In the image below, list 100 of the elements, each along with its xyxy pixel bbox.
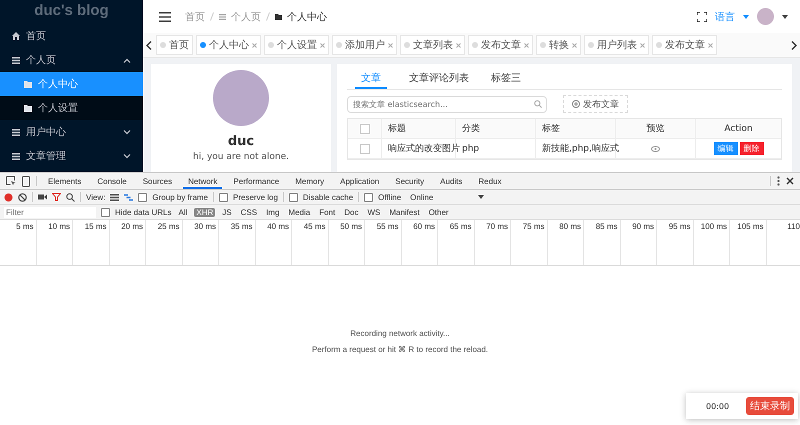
- checkbox-label: Preserve log: [233, 192, 278, 202]
- tick-label: 25 ms: [158, 222, 180, 231]
- profile-name: duc: [228, 134, 254, 149]
- tick-label: 15 ms: [84, 222, 106, 231]
- camera-icon[interactable]: [38, 194, 47, 200]
- devtools-tab[interactable]: Sources: [138, 174, 178, 188]
- tick-label: 5 ms: [16, 222, 34, 231]
- page-tab[interactable]: 个人中心: [196, 35, 261, 55]
- type-filter[interactable]: XHR: [194, 208, 216, 216]
- record-icon[interactable]: [4, 192, 13, 202]
- filter-field[interactable]: Filter: [4, 206, 96, 218]
- tick-label: 110: [787, 222, 800, 231]
- type-filter[interactable]: Media: [286, 208, 312, 216]
- devtools-tab[interactable]: Redux: [473, 174, 507, 188]
- devtools-tab[interactable]: Elements: [43, 174, 86, 188]
- list-icon: [12, 56, 20, 64]
- checkbox[interactable]: [101, 208, 110, 216]
- devtools-tab[interactable]: Audits: [435, 174, 468, 188]
- separator-icon: [210, 12, 214, 21]
- page-tab[interactable]: 用户列表: [584, 35, 649, 55]
- page-tab[interactable]: 发布文章: [468, 35, 533, 55]
- type-filter[interactable]: Manifest: [387, 208, 422, 216]
- checkbox[interactable]: [219, 192, 228, 202]
- blog-title: duc's blog: [33, 1, 110, 21]
- checkbox[interactable]: [360, 124, 370, 134]
- column-header: 分类: [456, 119, 536, 138]
- list-icon[interactable]: [110, 194, 120, 200]
- search-field[interactable]: 搜索文章 elasticsearch...: [347, 96, 547, 112]
- sidebar-item[interactable]: 个人设置: [0, 96, 143, 120]
- empty-message: Perform a request or hit ⌘ R to record the reload.: [312, 344, 488, 354]
- type-filter[interactable]: All: [176, 208, 190, 216]
- type-filter[interactable]: WS: [365, 208, 382, 216]
- avatar[interactable]: [757, 8, 774, 25]
- inspect-icon[interactable]: [6, 176, 16, 186]
- devtools-tab[interactable]: Performance: [228, 174, 284, 188]
- column-header: 标题: [382, 119, 456, 138]
- plus-circle-icon: [572, 100, 580, 108]
- checkbox[interactable]: [288, 192, 298, 202]
- devtools-tab[interactable]: Application: [335, 174, 384, 188]
- throttle-dropdown[interactable]: Online: [410, 192, 474, 202]
- tick-label: 100 ms: [700, 222, 727, 231]
- tick-label: 20 ms: [121, 222, 143, 231]
- folder-icon: [24, 80, 32, 88]
- more-icon[interactable]: [777, 176, 780, 186]
- device-icon[interactable]: [22, 176, 30, 186]
- column-header: 预览: [616, 119, 696, 138]
- type-filter[interactable]: Font: [317, 208, 338, 216]
- page-tab[interactable]: 首页: [156, 35, 193, 55]
- clear-icon[interactable]: [18, 192, 27, 202]
- type-filter[interactable]: CSS: [238, 208, 260, 216]
- page-tab[interactable]: 转换: [536, 35, 581, 55]
- content-tab[interactable]: 文章评论列表: [409, 68, 469, 89]
- caret-icon[interactable]: [478, 195, 484, 199]
- folder-icon: [275, 14, 282, 20]
- checkbox[interactable]: [364, 192, 374, 202]
- devtools-tab[interactable]: Security: [390, 174, 430, 188]
- fullscreen-icon[interactable]: [697, 12, 707, 22]
- tick-label: 60 ms: [413, 222, 435, 231]
- page-tab[interactable]: 添加用户: [332, 35, 397, 55]
- close-icon[interactable]: [786, 177, 794, 185]
- content-tab[interactable]: 标签三: [491, 68, 521, 89]
- checkbox-label: Disable cache: [302, 192, 354, 202]
- filter-icon[interactable]: [52, 193, 61, 201]
- chevron-left-icon[interactable]: [146, 40, 152, 50]
- page-tab[interactable]: 发布文章: [652, 35, 717, 55]
- eye-icon[interactable]: [651, 146, 660, 152]
- type-filter[interactable]: Other: [426, 208, 451, 216]
- type-filter[interactable]: Img: [264, 208, 282, 216]
- list-icon: [219, 14, 226, 20]
- stop-recording-button[interactable]: 结束录制: [746, 397, 794, 415]
- list-icon: [12, 152, 20, 160]
- sidebar-item[interactable]: 文章管理: [0, 144, 143, 168]
- sidebar-item[interactable]: 个人页: [0, 48, 143, 72]
- caret-icon[interactable]: [782, 14, 788, 18]
- home-icon: [12, 32, 20, 40]
- search-icon: [534, 100, 542, 108]
- type-filter[interactable]: JS: [220, 208, 234, 216]
- menu-icon[interactable]: [159, 12, 171, 22]
- tick-label: 75 ms: [522, 222, 544, 231]
- type-filter[interactable]: Doc: [342, 208, 360, 216]
- delete-button[interactable]: 删除: [740, 142, 764, 155]
- publish-button[interactable]: 发布文章: [563, 95, 628, 113]
- page-tab[interactable]: 文章列表: [400, 35, 465, 55]
- checkbox-label: Hide data URLs: [115, 208, 172, 216]
- chevron-right-icon[interactable]: [791, 40, 797, 50]
- checkbox[interactable]: [360, 144, 370, 154]
- timer: 00:00: [706, 402, 730, 410]
- tick-label: 80 ms: [559, 222, 581, 231]
- sidebar-item[interactable]: 用户中心: [0, 120, 143, 144]
- tick-label: 95 ms: [668, 222, 690, 231]
- tick-label: 10 ms: [48, 222, 70, 231]
- tick-label: 50 ms: [340, 222, 362, 231]
- search-icon[interactable]: [66, 192, 75, 202]
- page-tab[interactable]: 个人设置: [264, 35, 329, 55]
- devtools-tab[interactable]: Console: [92, 174, 132, 188]
- breadcrumb-item: 个人中心: [287, 10, 327, 24]
- devtools-tab[interactable]: Memory: [290, 174, 330, 188]
- waterfall-icon[interactable]: [124, 194, 134, 200]
- checkbox[interactable]: [138, 192, 148, 202]
- sidebar-item[interactable]: 首页: [0, 24, 143, 48]
